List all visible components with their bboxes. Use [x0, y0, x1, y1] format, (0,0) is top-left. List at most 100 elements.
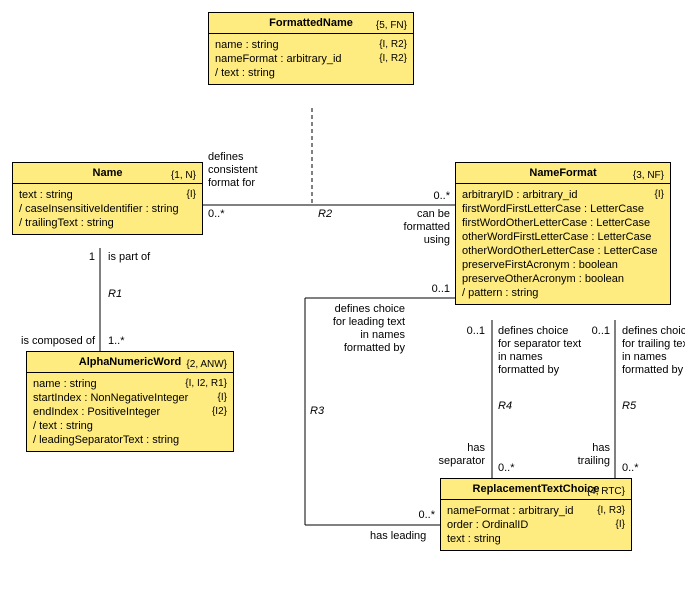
class-replacementtextchoice: ReplacementTextChoice {4, RTC} nameForma… — [440, 478, 632, 551]
attr-text: name : string — [33, 378, 97, 390]
r4-bot-mult: 0..* — [498, 462, 515, 475]
attr-text: preserveFirstAcronym : boolean — [462, 259, 618, 271]
attr-tag: {I, R2} — [379, 52, 407, 66]
diagram-canvas: FormattedName {5, FN} name : string {I, R… — [0, 0, 685, 598]
attr: / text : string — [33, 419, 227, 433]
class-header: ReplacementTextChoice {4, RTC} — [441, 479, 631, 500]
attr-text: arbitraryID : arbitrary_id — [462, 189, 578, 201]
class-tag: {1, N} — [171, 170, 196, 181]
r4-bot-role: hasseparator — [430, 442, 485, 468]
r4-top-role: defines choicefor separator textin names… — [498, 325, 581, 377]
attr: / pattern : string — [462, 286, 664, 300]
attr-text: otherWordOtherLetterCase : LetterCase — [462, 245, 657, 257]
r1-bot-role: is composed of — [5, 335, 95, 348]
attr: otherWordFirstLetterCase : LetterCase — [462, 230, 664, 244]
attr: order : OrdinalID {I} — [447, 518, 625, 532]
class-formattedname: FormattedName {5, FN} name : string {I, R… — [208, 12, 414, 85]
attr-tag: {I} — [655, 188, 664, 202]
attr: name : string {I, R2} — [215, 38, 407, 52]
attr-text: endIndex : PositiveInteger — [33, 406, 160, 418]
r1-top-role: is part of — [108, 251, 150, 264]
class-body: arbitraryID : arbitrary_id {I} firstWordF… — [456, 184, 670, 304]
attr-text: order : OrdinalID — [447, 519, 528, 531]
r3-bot-role: has leading — [370, 530, 426, 543]
attr: firstWordOtherLetterCase : LetterCase — [462, 216, 664, 230]
class-header: Name {1, N} — [13, 163, 202, 184]
class-alphanumericword: AlphaNumericWord {2, ANW} name : string {… — [26, 351, 234, 452]
attr-tag: {I2} — [212, 405, 227, 419]
class-title: Name — [19, 167, 196, 179]
class-body: name : string {I, I2, R1} startIndex : No… — [27, 373, 233, 451]
class-tag: {2, ANW} — [186, 359, 227, 370]
class-header: FormattedName {5, FN} — [209, 13, 413, 34]
r5-bot-role: hastrailing — [565, 442, 610, 468]
attr: text : string — [447, 532, 625, 546]
attr-text: firstWordFirstLetterCase : LetterCase — [462, 203, 644, 215]
r1-bot-mult: 1..* — [108, 335, 125, 348]
attr: / caseInsensitiveIdentifier : string — [19, 202, 196, 216]
attr-text: / caseInsensitiveIdentifier : string — [19, 203, 179, 215]
r2-right-role: can beformattedusing — [380, 208, 450, 247]
r5-bot-mult: 0..* — [622, 462, 639, 475]
class-body: text : string {I} / caseInsensitiveIdenti… — [13, 184, 202, 234]
class-body: name : string {I, R2} nameFormat : arbitr… — [209, 34, 413, 84]
attr-text: / text : string — [33, 420, 93, 432]
attr-text: / leadingSeparatorText : string — [33, 434, 179, 446]
r2-name: R2 — [318, 208, 332, 221]
class-name: Name {1, N} text : string {I} / caseInsen… — [12, 162, 203, 235]
attr: / leadingSeparatorText : string — [33, 433, 227, 447]
class-body: nameFormat : arbitrary_id {I, R3} order :… — [441, 500, 631, 550]
attr-tag: {I} — [187, 188, 196, 202]
r3-top-mult: 0..1 — [425, 283, 450, 296]
class-nameformat: NameFormat {3, NF} arbitraryID : arbitra… — [455, 162, 671, 305]
attr-text: startIndex : NonNegativeInteger — [33, 392, 188, 404]
attr-tag: {I, I2, R1} — [185, 377, 227, 391]
r4-name: R4 — [498, 400, 512, 413]
attr-text: / pattern : string — [462, 287, 538, 299]
attr: name : string {I, I2, R1} — [33, 377, 227, 391]
attr: startIndex : NonNegativeInteger {I} — [33, 391, 227, 405]
attr-text: firstWordOtherLetterCase : LetterCase — [462, 217, 650, 229]
r5-top-role: defines choicefor trailing textin namesf… — [622, 325, 682, 377]
r1-top-mult: 1 — [80, 251, 95, 264]
attr-tag: {I} — [218, 391, 227, 405]
r3-top-role: defines choicefor leading textin namesfo… — [320, 303, 405, 355]
attr-text: name : string — [215, 39, 279, 51]
attr-text: / trailingText : string — [19, 217, 114, 229]
attr: otherWordOtherLetterCase : LetterCase — [462, 244, 664, 258]
attr: text : string {I} — [19, 188, 196, 202]
attr: arbitraryID : arbitrary_id {I} — [462, 188, 664, 202]
r4-top-mult: 0..1 — [460, 325, 485, 338]
class-tag: {4, RTC} — [587, 486, 625, 497]
attr-tag: {I, R3} — [597, 504, 625, 518]
attr-text: otherWordFirstLetterCase : LetterCase — [462, 231, 651, 243]
attr: endIndex : PositiveInteger {I2} — [33, 405, 227, 419]
class-header: NameFormat {3, NF} — [456, 163, 670, 184]
r5-name: R5 — [622, 400, 636, 413]
attr-text: nameFormat : arbitrary_id — [215, 53, 342, 65]
class-tag: {3, NF} — [633, 170, 664, 181]
attr: nameFormat : arbitrary_id {I, R3} — [447, 504, 625, 518]
attr-text: text : string — [447, 533, 501, 545]
attr-text: / text : string — [215, 67, 275, 79]
r3-name: R3 — [310, 405, 324, 418]
r5-top-mult: 0..1 — [585, 325, 610, 338]
attr-tag: {I, R2} — [379, 38, 407, 52]
r1-name: R1 — [108, 288, 122, 301]
r2-right-mult: 0..* — [420, 190, 450, 203]
attr-text: text : string — [19, 189, 73, 201]
attr: preserveOtherAcronym : boolean — [462, 272, 664, 286]
class-header: AlphaNumericWord {2, ANW} — [27, 352, 233, 373]
r2-left-mult: 0..* — [208, 208, 225, 221]
attr-text: nameFormat : arbitrary_id — [447, 505, 574, 517]
class-tag: {5, FN} — [376, 20, 407, 31]
r2-left-role: definesconsistentformat for — [208, 151, 258, 190]
attr: preserveFirstAcronym : boolean — [462, 258, 664, 272]
attr: / trailingText : string — [19, 216, 196, 230]
attr: nameFormat : arbitrary_id {I, R2} — [215, 52, 407, 66]
attr-text: preserveOtherAcronym : boolean — [462, 273, 624, 285]
attr: / text : string — [215, 66, 407, 80]
attr: firstWordFirstLetterCase : LetterCase — [462, 202, 664, 216]
attr-tag: {I} — [616, 518, 625, 532]
r3-bot-mult: 0..* — [405, 509, 435, 522]
